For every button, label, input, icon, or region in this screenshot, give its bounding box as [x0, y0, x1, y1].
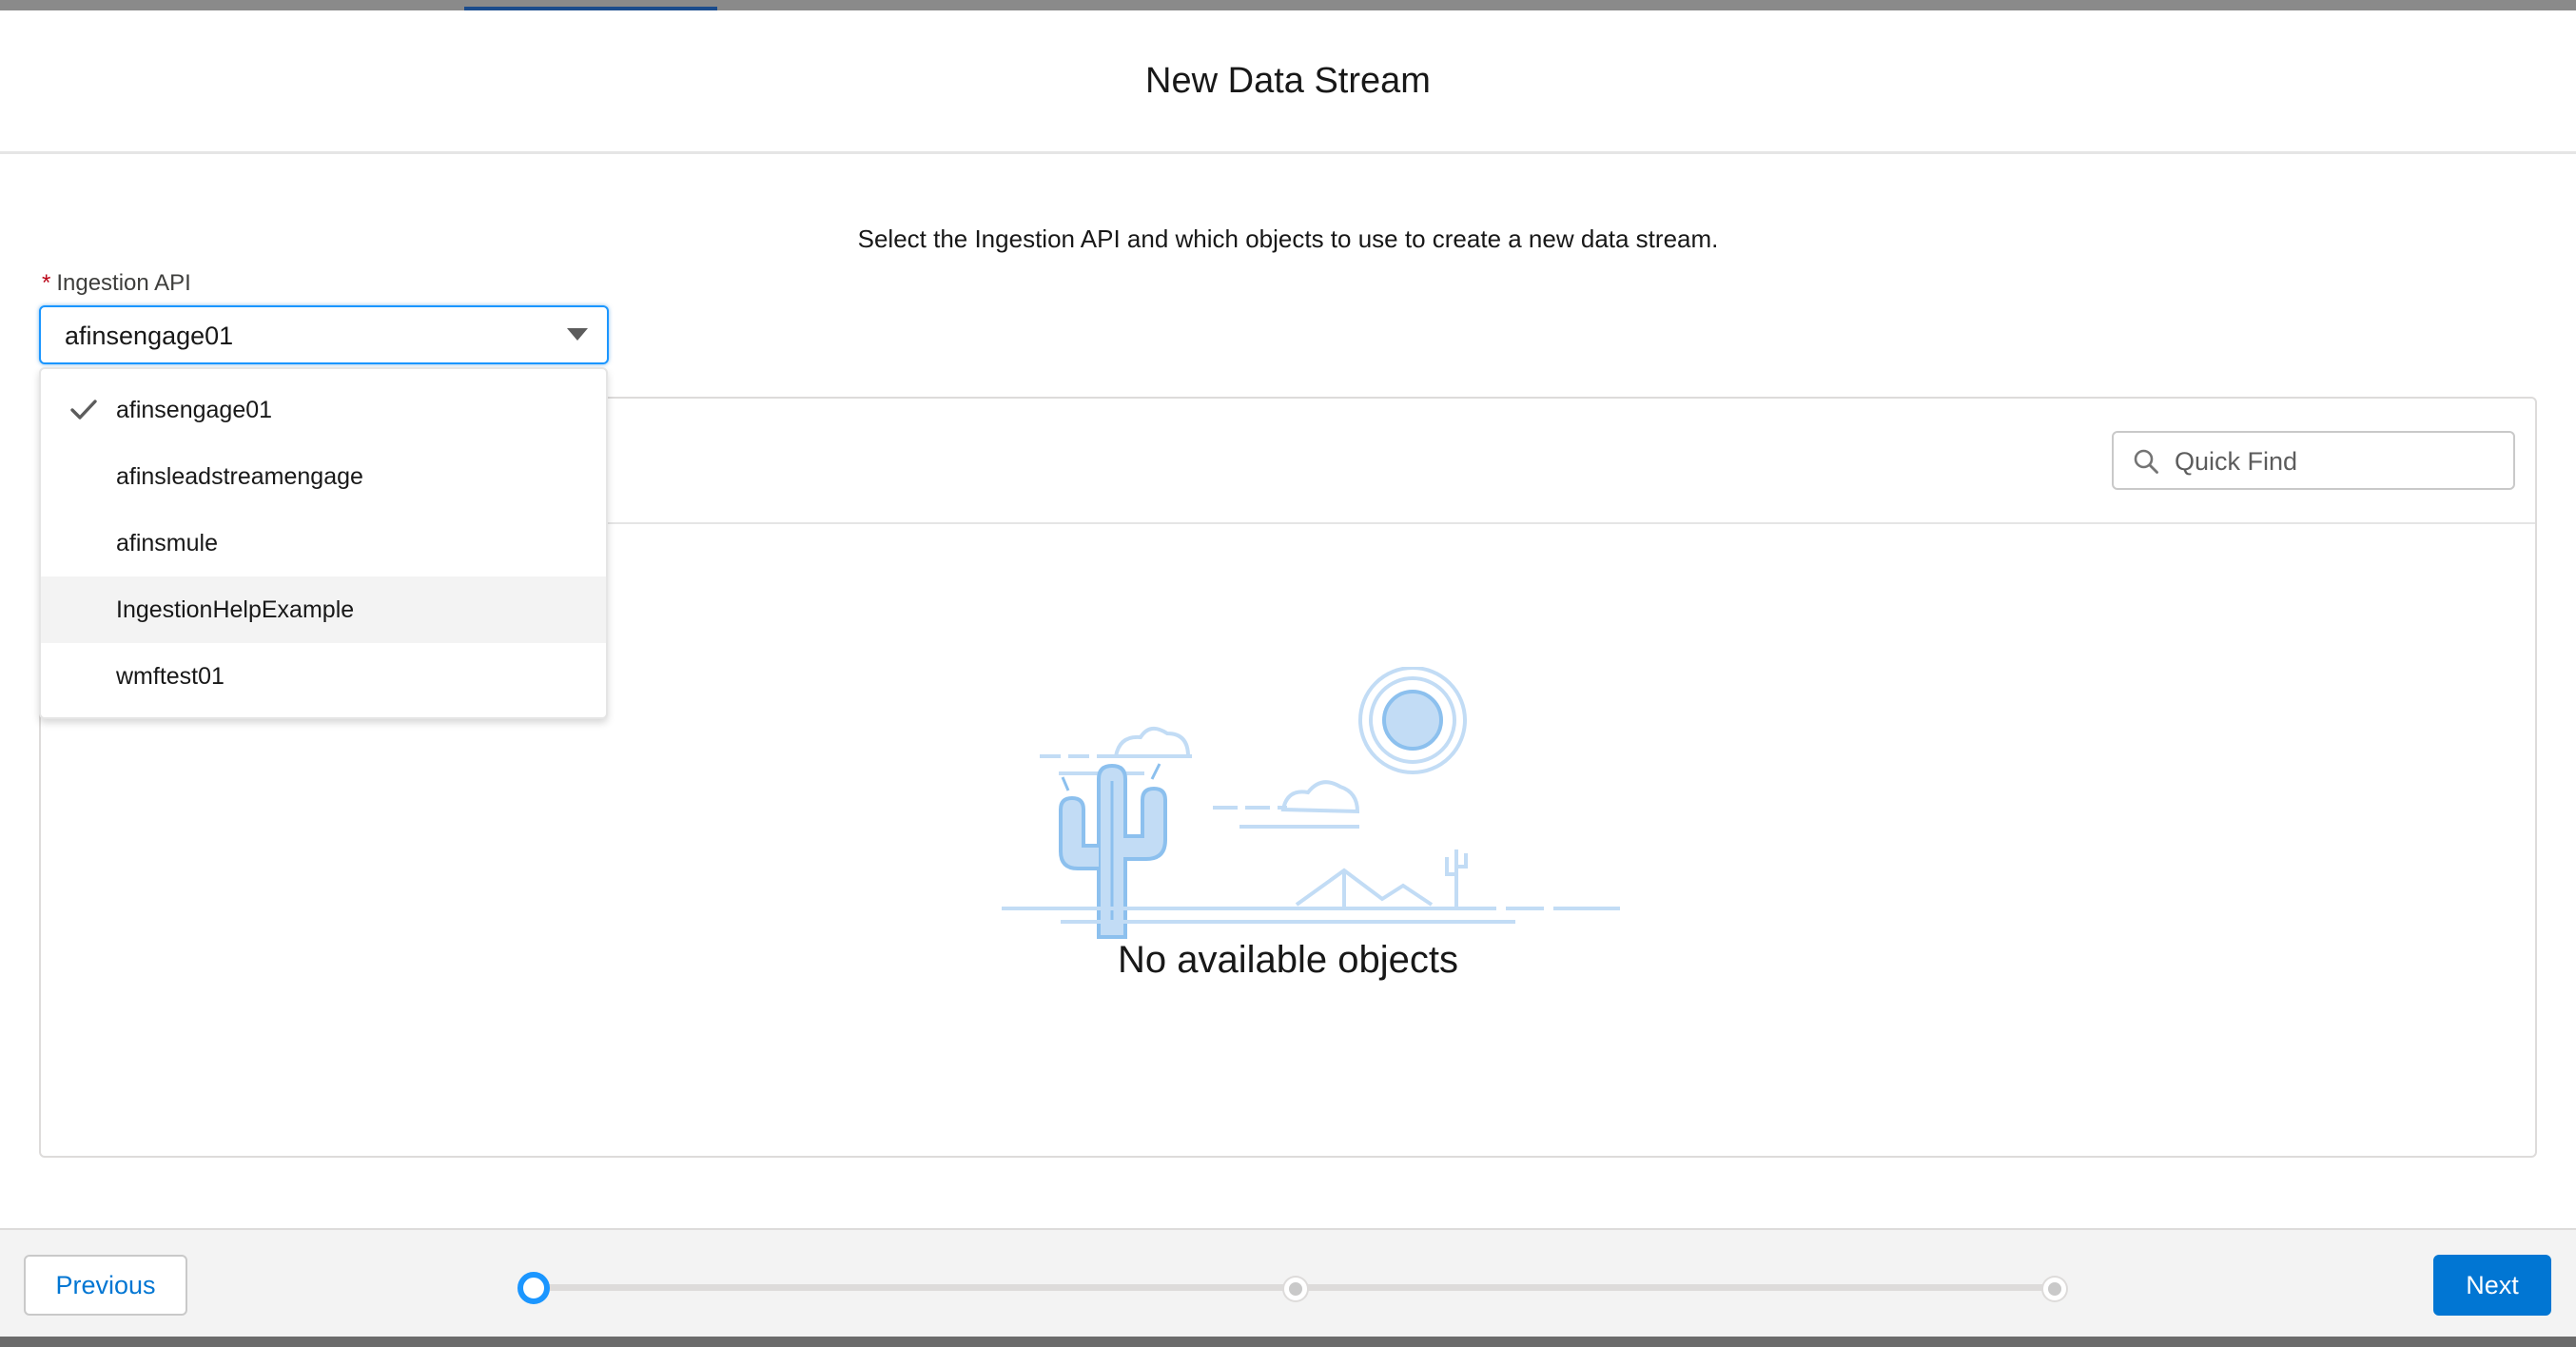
previous-button[interactable]: Previous — [24, 1255, 187, 1316]
window-top-bar — [0, 0, 2576, 10]
dropdown-option-label: IngestionHelpExample — [116, 595, 355, 623]
dropdown-option[interactable]: IngestionHelpExample — [41, 576, 606, 643]
window-bottom-bar — [0, 1337, 2576, 1347]
chevron-down-icon — [567, 328, 588, 341]
instructions-text: Select the Ingestion API and which objec… — [857, 224, 1719, 253]
modal-title: New Data Stream — [1145, 60, 1431, 101]
dropdown-option-label: afinsleadstreamengage — [116, 462, 363, 490]
dropdown-option[interactable]: afinsleadstreamengage — [41, 443, 606, 510]
progress-step — [1284, 1278, 1307, 1300]
ingestion-api-dropdown: afinsengage01 afinsleadstreamengage afin… — [39, 367, 608, 719]
quick-find-search[interactable] — [2112, 431, 2515, 490]
progress-step-current — [517, 1272, 550, 1304]
empty-state-message: No available objects — [1118, 939, 1458, 981]
search-icon — [2134, 449, 2158, 474]
combobox-selected-value: afinsengage01 — [65, 322, 234, 350]
ingestion-api-label: * Ingestion API — [42, 270, 191, 297]
dropdown-option-label: afinsmule — [116, 529, 218, 556]
required-marker: * — [42, 270, 51, 296]
desert-illustration — [1002, 667, 1620, 939]
dropdown-option[interactable]: wmftest01 — [41, 643, 606, 710]
dropdown-option[interactable]: afinsengage01 — [41, 377, 606, 443]
check-icon — [70, 400, 97, 420]
modal-footer: Previous Next — [0, 1228, 2576, 1337]
modal-header: New Data Stream — [0, 10, 2576, 154]
dropdown-option[interactable]: afinsmule — [41, 510, 606, 576]
ingestion-api-combobox[interactable]: afinsengage01 — [39, 305, 609, 364]
progress-step — [2043, 1278, 2066, 1300]
quick-find-input[interactable] — [2173, 440, 2500, 482]
dropdown-option-label: wmftest01 — [116, 662, 224, 690]
new-data-stream-modal: New Data Stream Select the Ingestion API… — [0, 0, 2576, 1347]
dropdown-option-label: afinsengage01 — [116, 396, 273, 423]
ingestion-api-label-text: Ingestion API — [56, 270, 191, 296]
next-button[interactable]: Next — [2433, 1255, 2551, 1316]
